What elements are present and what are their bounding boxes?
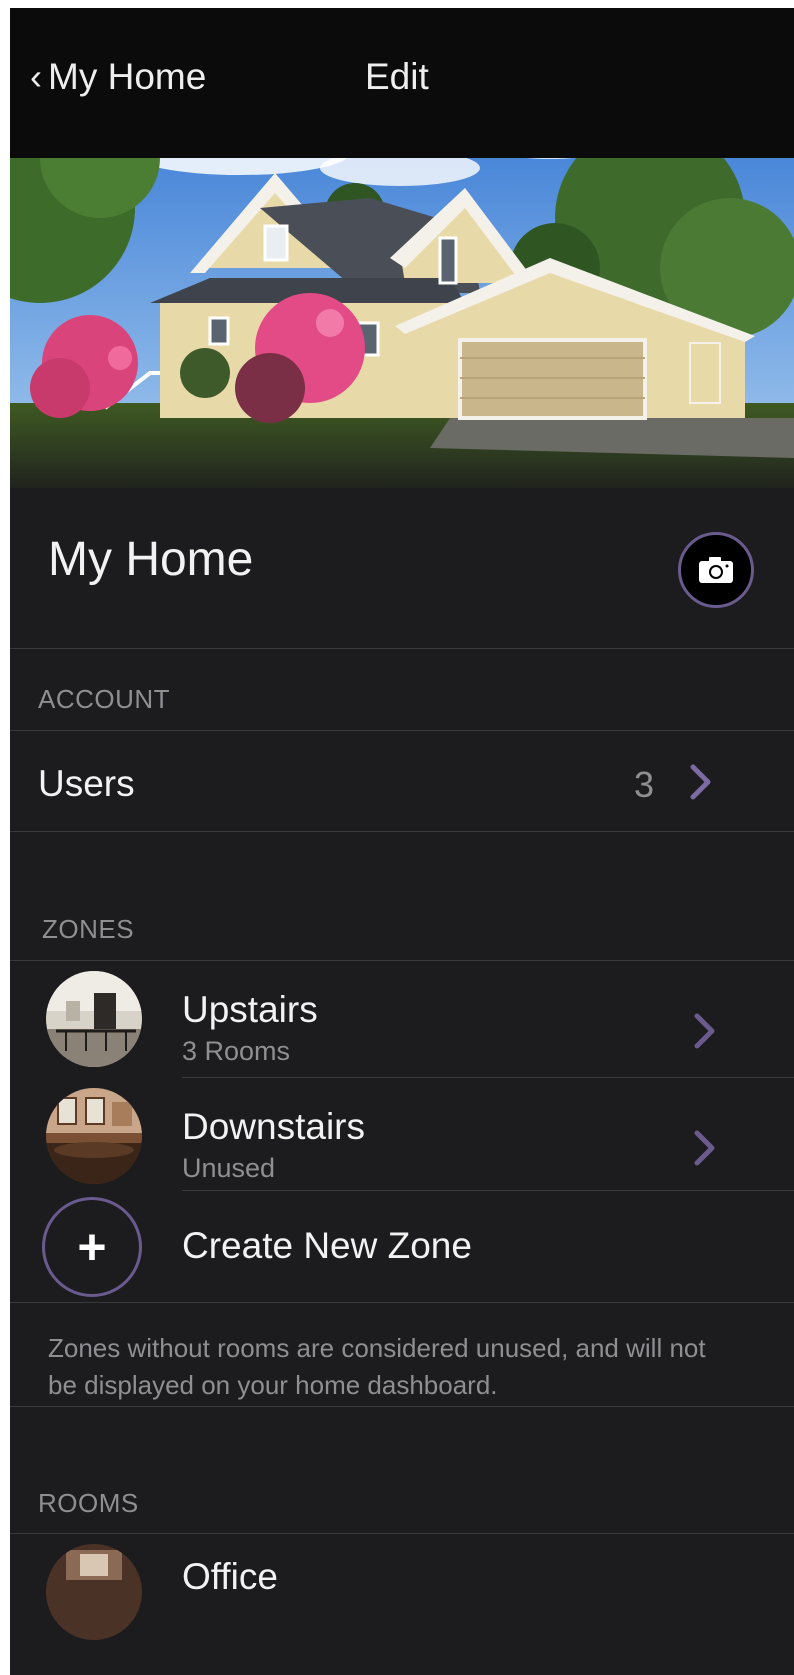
room-row-office[interactable]: Office <box>10 1534 794 1675</box>
room-title: Office <box>182 1556 278 1597</box>
zone-subtitle: Unused <box>182 1153 276 1183</box>
zone-avatar <box>46 1088 142 1184</box>
create-zone-label: Create New Zone <box>182 1225 472 1266</box>
home-name[interactable]: My Home <box>48 532 253 587</box>
zone-title: Upstairs <box>182 989 318 1030</box>
zones-note: Zones without rooms are considered unuse… <box>48 1333 706 1400</box>
plus-icon: + <box>77 1219 107 1275</box>
account-section-label: ACCOUNT <box>38 684 171 714</box>
create-zone-row[interactable]: + Create New Zone <box>10 1191 794 1301</box>
room-avatar <box>46 1544 142 1640</box>
app-screen: ‹ My Home Edit My Home ACCOUNT Users 3 Z… <box>10 8 794 1675</box>
zone-row-upstairs[interactable]: Upstairs 3 Rooms <box>10 961 794 1077</box>
users-count: 3 <box>634 764 655 805</box>
zone-row-downstairs[interactable]: Downstairs Unused <box>10 1078 794 1190</box>
chevron-right-icon <box>694 1013 715 1049</box>
zone-title: Downstairs <box>182 1106 365 1147</box>
zones-section-label: ZONES <box>42 914 135 944</box>
add-zone-button[interactable]: + <box>42 1197 142 1297</box>
edit-button[interactable]: Edit <box>365 56 429 98</box>
divider <box>10 1406 794 1407</box>
camera-icon <box>699 557 733 583</box>
header-edge <box>10 118 794 150</box>
zone-subtitle: 3 Rooms <box>182 1036 291 1066</box>
chevron-left-icon: ‹ <box>30 56 42 97</box>
change-photo-button[interactable] <box>678 532 754 608</box>
home-name-row: My Home <box>10 488 794 649</box>
chevron-right-icon <box>694 1130 715 1166</box>
divider <box>10 831 794 832</box>
back-button[interactable]: ‹ My Home <box>30 56 206 98</box>
back-label: My Home <box>48 56 207 97</box>
rooms-section-label: ROOMS <box>38 1488 139 1518</box>
divider <box>10 1302 794 1303</box>
users-label: Users <box>38 763 135 804</box>
home-photo <box>10 118 794 500</box>
users-row[interactable]: Users 3 <box>10 731 794 831</box>
chevron-right-icon <box>690 764 711 800</box>
zone-avatar <box>46 971 142 1067</box>
